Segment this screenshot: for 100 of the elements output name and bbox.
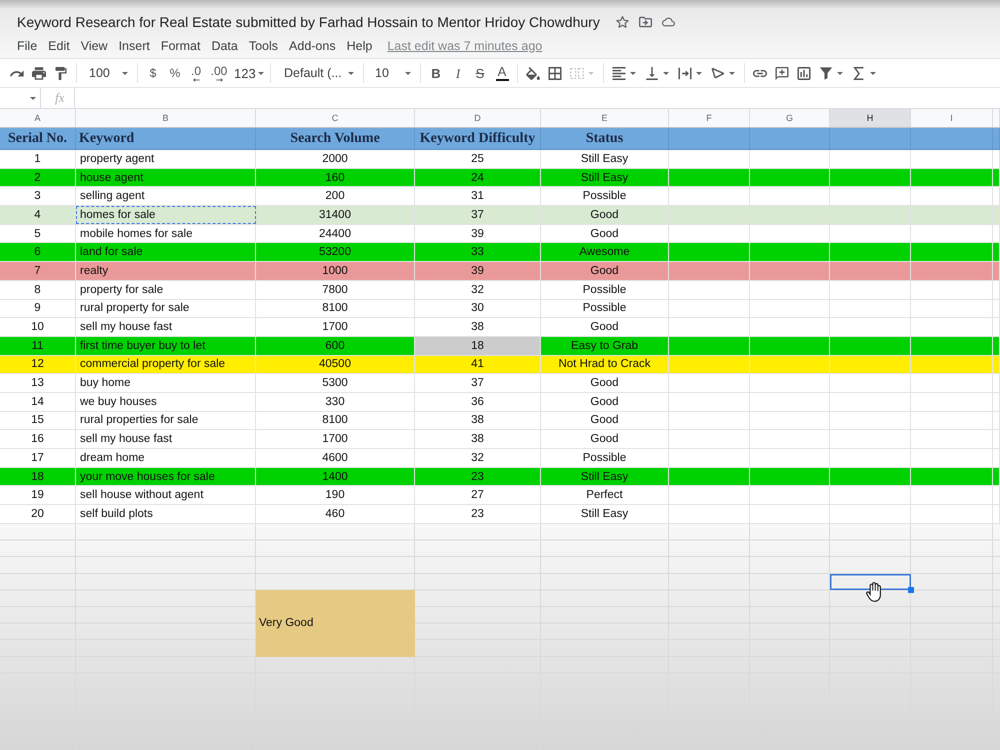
function-label: fx	[55, 90, 64, 106]
table-cell: Still Easy	[541, 168, 669, 186]
caret-icon[interactable]	[630, 72, 636, 74]
table-cell: 13	[0, 374, 76, 392]
table-cell: Good	[541, 262, 669, 280]
table-cell: 200	[256, 187, 415, 206]
table-cell: 16	[0, 430, 76, 448]
column-header[interactable]: A	[0, 109, 76, 127]
triangle-icon[interactable]	[711, 66, 725, 80]
comment-plus-icon[interactable]	[775, 66, 789, 80]
table-cell: 33	[415, 243, 541, 262]
paint-roller-icon[interactable]	[54, 66, 68, 80]
grid-icon[interactable]	[548, 66, 562, 80]
table-cell: 160	[256, 168, 415, 186]
table-cell: 38	[415, 412, 541, 430]
table-cell: 32	[415, 449, 541, 467]
column-header[interactable]: E	[541, 109, 669, 127]
filter-icon[interactable]	[819, 66, 833, 80]
table-cell: 36	[415, 392, 541, 411]
font-dropdown[interactable]: Default (...	[275, 61, 359, 85]
arrow-right-icon	[216, 78, 222, 82]
table-cell: 6	[0, 243, 76, 262]
table-cell: Possible	[541, 449, 669, 467]
table-cell: 330	[256, 392, 415, 411]
caret-icon	[122, 72, 128, 74]
strikethrough-button[interactable]: S	[469, 61, 491, 85]
table-cell: rural properties for sale	[76, 412, 256, 430]
table-cell: Possible	[541, 300, 669, 318]
menu-item[interactable]: Insert	[118, 39, 150, 53]
table-cell: 24	[415, 168, 541, 186]
table-cell: 1000	[256, 262, 415, 280]
table-cell: 53200	[256, 243, 415, 262]
zoom-dropdown[interactable]: 100	[81, 61, 133, 85]
arrow-between-bars-icon[interactable]	[678, 66, 692, 80]
menu-item[interactable]: Data	[211, 39, 238, 53]
caret-icon	[405, 72, 411, 74]
header-cell: Keyword	[76, 128, 256, 149]
caret-icon	[30, 96, 36, 100]
currency-button[interactable]: $	[142, 61, 164, 85]
table-cell: 7800	[256, 280, 415, 298]
column-header[interactable]: D	[415, 109, 541, 127]
table-cell: 37	[415, 374, 541, 392]
table-cell: Not Hrad to Crack	[541, 356, 669, 374]
menu-item[interactable]: View	[80, 39, 108, 53]
number-format-dropdown[interactable]: 123	[232, 61, 266, 85]
fill-handle[interactable]	[908, 587, 914, 594]
menu-item[interactable]: Format	[160, 39, 200, 53]
table-cell: 23	[415, 468, 541, 486]
caret-icon[interactable]	[663, 72, 669, 74]
table-cell: commercial property for sale	[76, 356, 256, 374]
decrease-decimals-button[interactable]: .0	[186, 61, 206, 85]
menu-item[interactable]: Help	[346, 39, 372, 53]
bold-button[interactable]: B	[425, 61, 447, 85]
table-cell: Good	[541, 374, 669, 392]
column-header[interactable]: H	[830, 109, 911, 127]
align-left-icon[interactable]	[612, 66, 626, 80]
text-color-button[interactable]: A	[491, 61, 513, 85]
caret-icon[interactable]	[870, 72, 876, 74]
menu-item[interactable]: Edit	[48, 39, 70, 53]
column-header[interactable]: I	[911, 109, 993, 127]
print-icon[interactable]	[32, 66, 46, 80]
sigma-icon[interactable]	[852, 66, 866, 80]
caret-icon[interactable]	[837, 72, 843, 74]
selected-cell[interactable]	[830, 574, 911, 590]
column-header[interactable]: C	[256, 109, 415, 127]
caret-icon[interactable]	[729, 72, 735, 74]
percent-button[interactable]: %	[164, 61, 186, 85]
cloud-icon[interactable]	[662, 16, 675, 28]
menu-item[interactable]: Tools	[248, 39, 278, 53]
table-cell: 25	[415, 150, 541, 168]
menu-item[interactable]: Add-ons	[289, 39, 336, 53]
increase-decimals-button[interactable]: .00	[206, 61, 232, 85]
table-cell: 39	[415, 262, 541, 280]
column-header[interactable]: B	[76, 109, 256, 127]
folder-arrow-icon[interactable]	[638, 16, 652, 28]
table-cell: 30	[415, 300, 541, 318]
header-cell: Serial No.	[0, 128, 76, 149]
table-cell: Good	[541, 412, 669, 430]
font-size-dropdown[interactable]: 10	[368, 61, 416, 85]
table-cell: Possible	[541, 280, 669, 298]
star-icon[interactable]	[616, 16, 629, 28]
table-cell: selling agent	[76, 187, 256, 206]
arrow-down-to-line-icon[interactable]	[645, 66, 659, 80]
table-cell: Good	[541, 392, 669, 411]
paint-bucket-icon[interactable]	[526, 66, 540, 80]
table-cell: 8100	[256, 300, 415, 318]
italic-button[interactable]: I	[447, 61, 469, 85]
table-cell: Good	[541, 430, 669, 448]
table-cell: 4	[0, 206, 76, 224]
table-cell: 1700	[256, 430, 415, 448]
caret-icon[interactable]	[696, 72, 702, 74]
bar-chart-icon[interactable]	[797, 66, 811, 80]
column-header[interactable]: F	[669, 109, 750, 127]
table-cell: homes for sale	[76, 206, 256, 224]
table-cell: your move houses for sale	[76, 468, 256, 486]
table-cell: 27	[415, 486, 541, 504]
menu-item[interactable]: File	[17, 39, 38, 53]
table-cell: sell house without agent	[76, 486, 256, 504]
document-title[interactable]: Keyword Research for Real Estate submitted by Farhad Hossain to Mentor Hridoy Chowdhury	[17, 14, 600, 30]
table-cell: buy home	[76, 374, 256, 392]
